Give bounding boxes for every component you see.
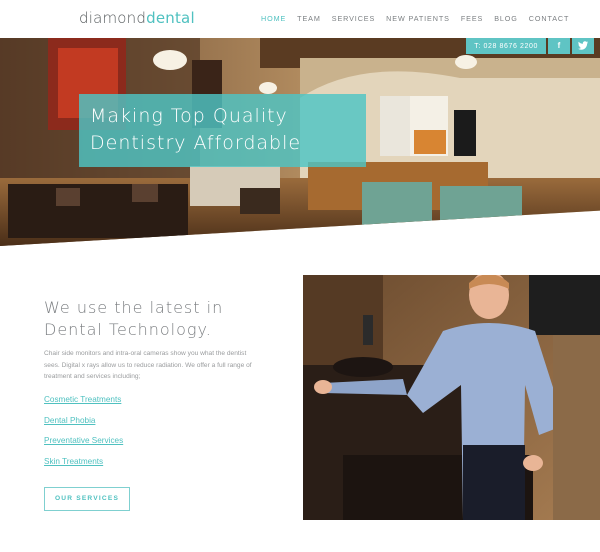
nav-services[interactable]: SERVICES xyxy=(332,14,375,23)
facebook-icon[interactable]: f xyxy=(548,38,570,54)
hero-caption: Making Top Quality Dentistry Affordable xyxy=(79,94,366,167)
headline-line2: Dental Technology. xyxy=(44,320,212,339)
hero-title-line2: Dentistry Affordable xyxy=(90,132,302,154)
link-skin-treatments[interactable]: Skin Treatments xyxy=(44,457,123,467)
link-dental-phobia[interactable]: Dental Phobia xyxy=(44,416,123,426)
link-cosmetic-treatments[interactable]: Cosmetic Treatments xyxy=(44,395,123,405)
nav-home[interactable]: HOME xyxy=(261,14,286,23)
hero-title: Making Top Quality Dentistry Affordable xyxy=(79,94,366,157)
site-logo[interactable]: diamonddental xyxy=(79,9,195,27)
contact-bar: T: 028 8676 2200 f xyxy=(466,38,594,54)
twitter-bird-glyph xyxy=(578,41,588,50)
nav-new-patients[interactable]: NEW PATIENTS xyxy=(386,14,450,23)
hero-title-line1: Making Top Quality xyxy=(90,105,288,127)
headline-line1: We use the latest in xyxy=(44,298,224,317)
intro-paragraph: Chair side monitors and intra-oral camer… xyxy=(44,350,252,381)
twitter-icon[interactable] xyxy=(572,38,594,54)
site-header: diamonddental HOME TEAM SERVICES NEW PAT… xyxy=(0,0,600,38)
nav-fees[interactable]: FEES xyxy=(461,14,483,23)
link-preventative-services[interactable]: Preventative Services xyxy=(44,436,123,446)
nav-blog[interactable]: BLOG xyxy=(494,14,518,23)
dentist-in-chair-image xyxy=(303,275,600,520)
section-headline: We use the latest in Dental Technology. xyxy=(44,297,294,341)
logo-part-dental: dental xyxy=(146,9,195,27)
phone-number[interactable]: T: 028 8676 2200 xyxy=(466,38,546,54)
our-services-button[interactable]: OUR SERVICES xyxy=(44,487,130,511)
main-nav: HOME TEAM SERVICES NEW PATIENTS FEES BLO… xyxy=(261,14,580,23)
service-links: Cosmetic Treatments Dental Phobia Preven… xyxy=(44,395,123,477)
dentist-photo xyxy=(303,275,600,520)
logo-part-diamond: diamond xyxy=(79,9,147,27)
nav-team[interactable]: TEAM xyxy=(297,14,321,23)
nav-contact[interactable]: CONTACT xyxy=(529,14,570,23)
